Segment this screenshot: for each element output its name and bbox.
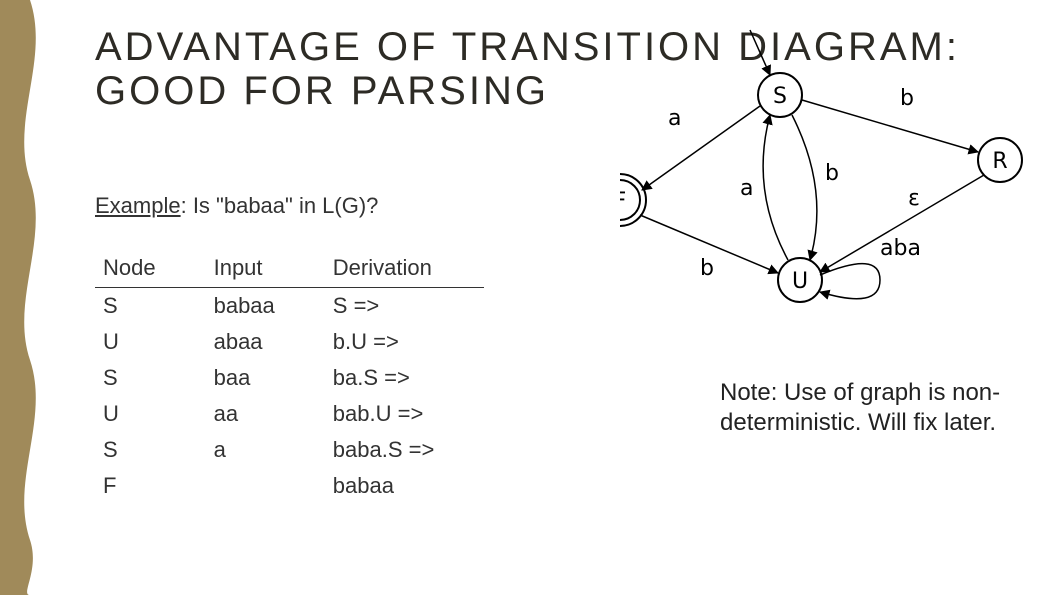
slide-wave-decoration: [0, 0, 60, 595]
example-text: : Is "babaa" in L(G)?: [181, 193, 379, 218]
cell-input: abaa: [206, 324, 325, 360]
cell-input: a: [206, 432, 325, 468]
cell-derivation: babaa: [325, 468, 485, 504]
cell-input: aa: [206, 396, 325, 432]
node-f-label: F: [620, 189, 626, 214]
cell-node: F: [95, 468, 206, 504]
cell-derivation: baba.S =>: [325, 432, 485, 468]
table-row: S baa ba.S =>: [95, 360, 484, 396]
col-input: Input: [206, 249, 325, 288]
edge-u-s-label: a: [740, 176, 753, 201]
col-node: Node: [95, 249, 206, 288]
edge-s-r-label: b: [900, 86, 914, 111]
table-row: F babaa: [95, 468, 484, 504]
table-row: S a baba.S =>: [95, 432, 484, 468]
table-row: U aa bab.U =>: [95, 396, 484, 432]
cell-node: S: [95, 360, 206, 396]
cell-input: [206, 468, 325, 504]
parsing-table: Node Input Derivation S babaa S => U aba…: [95, 249, 484, 504]
cell-derivation: b.U =>: [325, 324, 485, 360]
cell-node: S: [95, 432, 206, 468]
transition-diagram: S R F U a b b a ε b aba: [620, 20, 1040, 310]
edge-f-u-label: b: [700, 256, 714, 281]
cell-input: baa: [206, 360, 325, 396]
cell-derivation: ba.S =>: [325, 360, 485, 396]
node-u-label: U: [792, 269, 808, 294]
example-label: Example: [95, 193, 181, 218]
edge-u-loop-label: aba: [880, 236, 921, 261]
cell-derivation: bab.U =>: [325, 396, 485, 432]
table-row: U abaa b.U =>: [95, 324, 484, 360]
col-derivation: Derivation: [325, 249, 485, 288]
cell-node: U: [95, 324, 206, 360]
edge-s-u-label: b: [825, 161, 839, 186]
edge-s-f-label: a: [668, 106, 681, 131]
edge-r-u-label: ε: [908, 186, 920, 211]
cell-input: babaa: [206, 288, 325, 325]
cell-derivation: S =>: [325, 288, 485, 325]
table-row: S babaa S =>: [95, 288, 484, 325]
cell-node: U: [95, 396, 206, 432]
node-r-label: R: [992, 149, 1007, 174]
side-note: Note: Use of graph is non-deterministic.…: [720, 378, 1050, 438]
cell-node: S: [95, 288, 206, 325]
node-s-label: S: [773, 84, 787, 109]
